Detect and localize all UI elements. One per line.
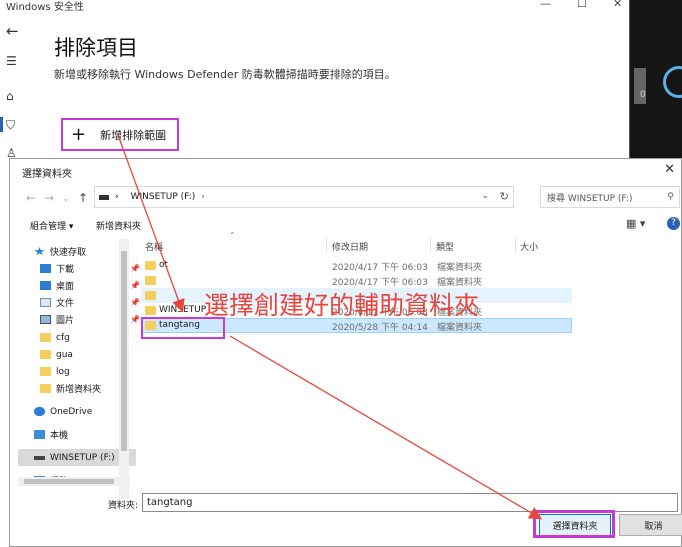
arrow-to-folder [117,134,185,313]
annotation-arrows [117,134,543,520]
arrow-to-select-button [229,335,543,520]
